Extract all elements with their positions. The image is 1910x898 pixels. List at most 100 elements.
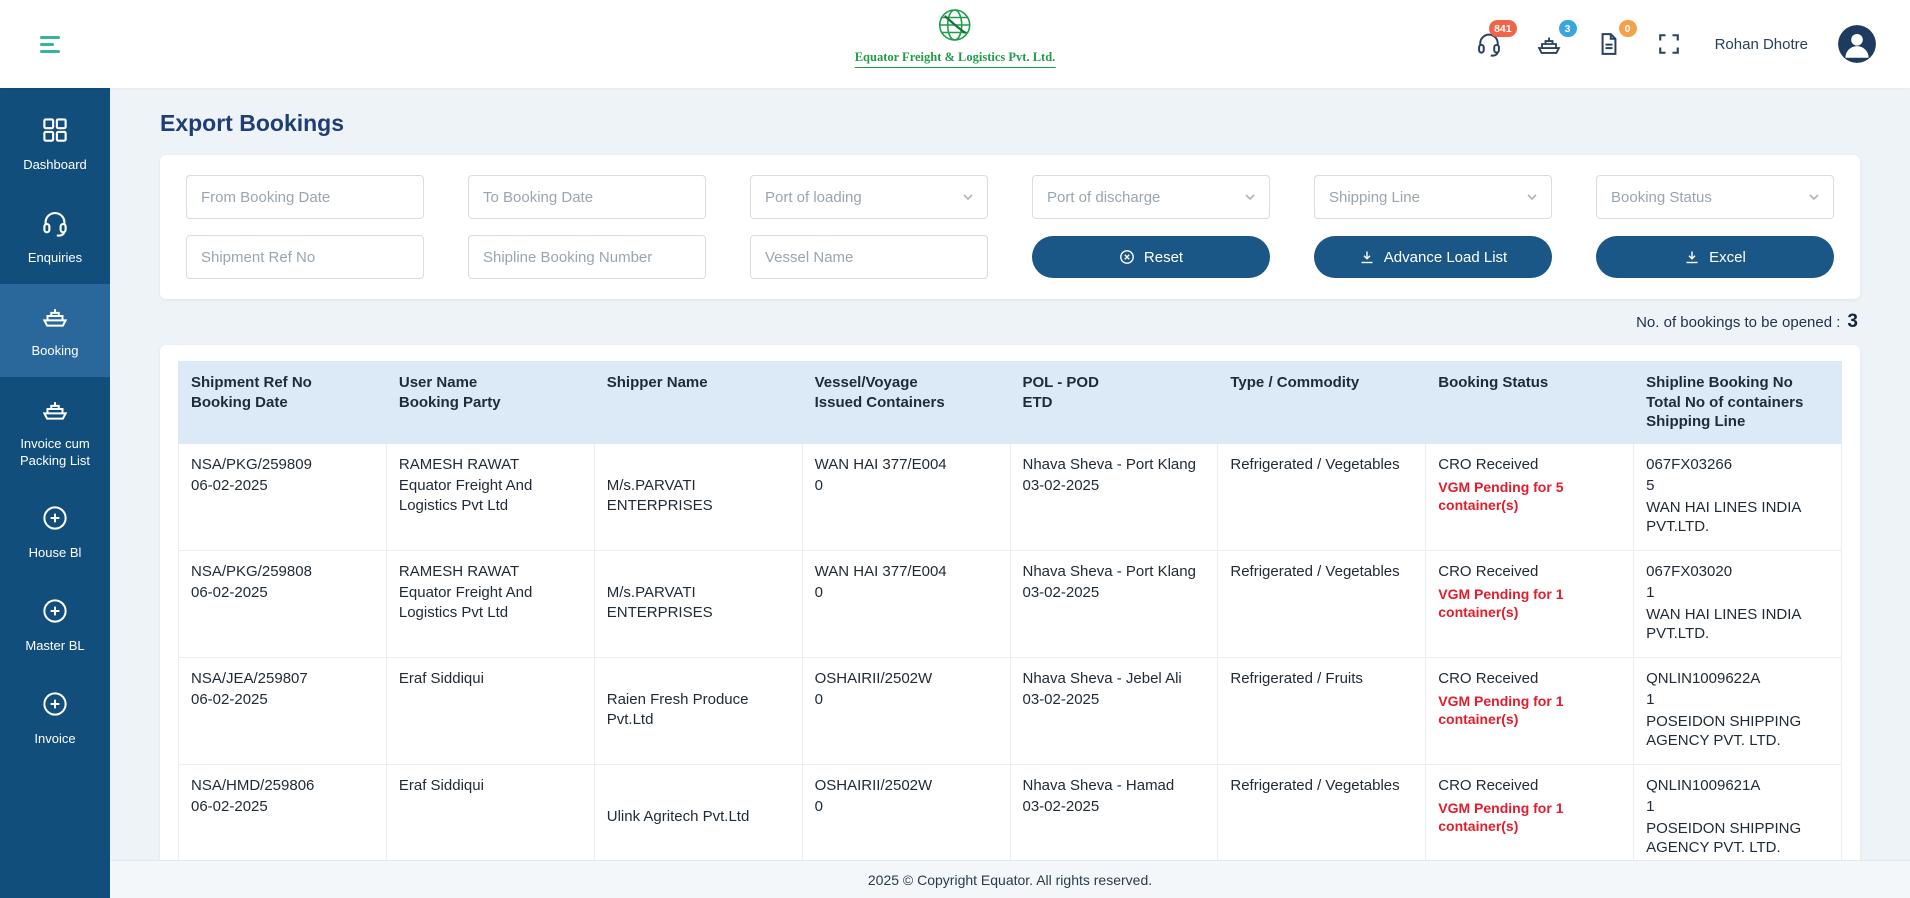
cell-text: Nhava Sheva - Hamad (1022, 776, 1175, 794)
filter-panel: Port of loading Port of discharge Shippi… (160, 155, 1860, 299)
ship-icon (40, 394, 70, 429)
cell-text: 06-02-2025 (191, 691, 268, 708)
main-content: Export Bookings Port of loading Port of … (110, 88, 1910, 860)
shipping-line-select[interactable]: Shipping Line (1314, 175, 1552, 219)
cell-text: 03-02-2025 (1022, 477, 1100, 494)
cell-text: 1 (1646, 798, 1655, 815)
reset-button[interactable]: Reset (1032, 236, 1270, 278)
cell-text: 0 (814, 584, 823, 601)
sidebar-item-invoice-cum-packing-list[interactable]: Invoice cum Packing List (0, 377, 110, 487)
user-name: Rohan Dhotre (1714, 35, 1808, 53)
support-button[interactable]: 841 (1475, 20, 1517, 59)
table-cell: OSHAIRII/2502W 0 (801, 656, 1011, 765)
to-booking-date-input[interactable] (468, 175, 706, 219)
shipment-ref-no-input[interactable] (186, 235, 424, 279)
advance-load-list-button[interactable]: Advance Load List (1314, 236, 1552, 278)
column-header-line: POL - POD (1022, 374, 1099, 391)
table-cell: OSHAIRII/2502W 0 (801, 763, 1011, 860)
column-header-line: Shipping Line (1646, 413, 1746, 430)
cell-text: OSHAIRII/2502W (814, 669, 933, 687)
table-cell: Refrigerated / Vegetables (1217, 442, 1427, 551)
sidebar-item-label: Enquiries (27, 249, 83, 265)
advance-load-list-label: Advance Load List (1383, 248, 1508, 266)
table-cell: QNLIN1009621A 1 POSEIDON SHIPPING AGENCY P… (1633, 763, 1842, 860)
cell-text: RAMESH RAWAT (398, 562, 520, 580)
cell-text: WAN HAI LINES INDIA PVT.LTD. (1646, 605, 1801, 643)
table-header-row: Shipment Ref No Booking Date User Name Book… (178, 361, 1842, 444)
sidebar-item-label: Booking (31, 342, 79, 358)
table-row[interactable]: NSA/JEA/259807 06-02-2025 Eraf Siddiqui Rai… (178, 656, 1842, 765)
cell-text: POSEIDON SHIPPING AGENCY PVT. LTD. (1646, 819, 1802, 857)
bookings-note-count: 3 (1847, 311, 1858, 332)
sidebar-item-enquiries[interactable]: Enquiries (0, 191, 110, 284)
table-row[interactable]: NSA/PKG/259809 06-02-2025 RAMESH RAWAT Equa… (178, 442, 1842, 551)
fullscreen-button[interactable] (1655, 29, 1685, 59)
column-header-line: Issued Containers (814, 393, 945, 411)
cell-text: Nhava Sheva - Port Klang (1022, 562, 1196, 580)
sidebar-item-dashboard[interactable]: Dashboard (0, 98, 110, 191)
column-header-line: Type / Commodity (1230, 374, 1360, 391)
port-of-discharge-select[interactable]: Port of discharge (1032, 175, 1270, 219)
booking-status-select[interactable]: Booking Status (1596, 175, 1834, 219)
cell-text: Nhava Sheva - Port Klang (1022, 455, 1196, 473)
documents-button[interactable]: 0 (1595, 20, 1637, 59)
excel-button[interactable]: Excel (1596, 236, 1834, 278)
column-header: Shipment Ref No Booking Date (178, 361, 387, 444)
select-value: Shipping Line (1329, 188, 1420, 206)
from-booking-date-input[interactable] (186, 175, 424, 219)
sidebar-item-label: Dashboard (23, 157, 87, 172)
cell-text: 0 (814, 477, 823, 494)
vessel-button[interactable]: 3 (1535, 20, 1577, 59)
plus-circle-icon (40, 689, 70, 724)
column-header: Shipline Booking No Total No of container… (1633, 361, 1842, 444)
column-header-line: Vessel/Voyage (814, 374, 918, 391)
cell-text: NSA/JEA/259807 (191, 669, 308, 687)
table-cell: Nhava Sheva - Port Klang 03-02-2025 (1009, 549, 1219, 658)
download-icon (1361, 251, 1373, 264)
ship-icon (1537, 37, 1561, 54)
vessel-name-input[interactable] (750, 235, 988, 279)
cell-text: Refrigerated / Vegetables (1230, 455, 1400, 473)
table-cell: Nhava Sheva - Port Klang 03-02-2025 (1009, 442, 1219, 551)
app-footer: 2025 © Copyright Equator. All rights res… (110, 860, 1910, 898)
download-icon (1686, 251, 1698, 264)
shipline-booking-number-input[interactable] (468, 235, 706, 279)
documents-count-badge: 0 (1618, 20, 1637, 37)
select-value: Port of loading (765, 188, 862, 206)
table-row[interactable]: NSA/PKG/259808 06-02-2025 RAMESH RAWAT Equa… (178, 549, 1842, 658)
hamburger-menu-icon[interactable] (40, 35, 60, 53)
column-header-line: ETD (1022, 393, 1053, 411)
cell-text: WAN HAI 377/E004 (814, 455, 947, 473)
sidebar-item-booking[interactable]: Booking (0, 283, 110, 377)
table-cell: Nhava Sheva - Hamad 03-02-2025 (1009, 763, 1219, 860)
sidebar-item-invoice[interactable]: Invoice (0, 672, 110, 765)
cell-text: 5 (1646, 477, 1655, 494)
cell-text: 03-02-2025 (1022, 798, 1100, 815)
column-header-line: Booking Status (1438, 374, 1549, 391)
cell-text: M/s.PARVATI ENTERPRISES (606, 584, 713, 621)
plus-circle-icon (40, 503, 70, 538)
table-cell: 067FX03266 5 WAN HAI LINES INDIA PVT.LTD. (1633, 442, 1842, 551)
reset-icon (1120, 250, 1134, 264)
sidebar-nav: Dashboard Enquiries Booking Invoice cum Pac… (0, 98, 110, 765)
select-value: Port of discharge (1047, 188, 1161, 206)
sidebar-item-master-bl[interactable]: Master BL (0, 579, 110, 672)
column-header-line: Booking Date (191, 393, 288, 411)
cell-text: NSA/HMD/259806 (191, 776, 315, 794)
cell-text: 06-02-2025 (191, 584, 268, 601)
port-of-loading-select[interactable]: Port of loading (750, 175, 988, 219)
avatar[interactable] (1838, 25, 1876, 63)
sidebar: Dashboard Enquiries Booking Invoice cum Pac… (0, 88, 110, 898)
cell-text: WAN HAI 377/E004 (814, 562, 947, 580)
dashboard-icon (40, 115, 70, 150)
table-row[interactable]: NSA/HMD/259806 06-02-2025 Eraf Siddiqui Uli… (178, 763, 1842, 860)
table-cell: WAN HAI 377/E004 0 (801, 442, 1011, 551)
column-header: Shipper Name (593, 361, 803, 444)
cell-text: 03-02-2025 (1022, 584, 1100, 601)
file-icon (1601, 33, 1617, 55)
sidebar-item-house-bl[interactable]: House Bl (0, 486, 110, 579)
globe-icon (939, 9, 971, 41)
cell-text: Equator Freight And Logistics Pvt Ltd (398, 584, 533, 621)
cell-text: QNLIN1009621A (1646, 776, 1761, 794)
cell-text: 1 (1646, 584, 1655, 601)
